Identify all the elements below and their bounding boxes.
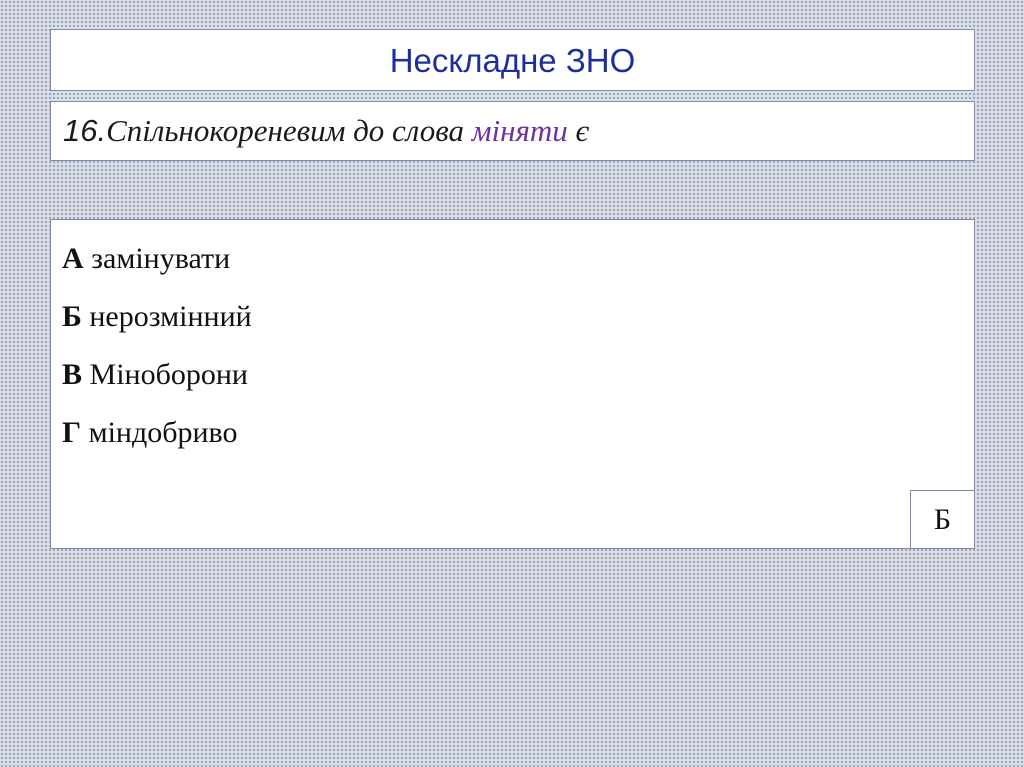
option-b[interactable]: Б нерозмінний [62,288,974,346]
options-panel: А замінувати Б нерозмінний В Міноборони … [50,219,975,549]
option-text: замінувати [83,242,231,275]
option-v[interactable]: В Міноборони [62,346,974,404]
option-letter: Б [62,300,82,333]
option-letter: Г [62,416,82,449]
question-suffix: є [567,113,590,148]
answer-value: Б [933,502,952,536]
option-text: нерозмінний [81,300,252,333]
question-panel: 16.Спільнокореневим до слова міняти є [50,101,975,161]
option-h[interactable]: Г міндобриво [62,404,974,462]
option-letter: А [62,242,84,275]
question-highlight-word: міняти [471,113,568,148]
page-title: Нескладне ЗНО [389,41,636,79]
option-text: міндобриво [81,416,238,449]
option-text: Міноборони [82,358,248,391]
question-text: 16.Спільнокореневим до слова міняти є [63,113,589,149]
question-number: 16. [63,113,107,148]
question-body: Спільнокореневим до слова [106,113,472,148]
answer-box: Б [910,490,974,548]
option-a[interactable]: А замінувати [62,230,974,288]
title-panel: Нескладне ЗНО [50,29,975,91]
option-letter: В [62,358,83,391]
